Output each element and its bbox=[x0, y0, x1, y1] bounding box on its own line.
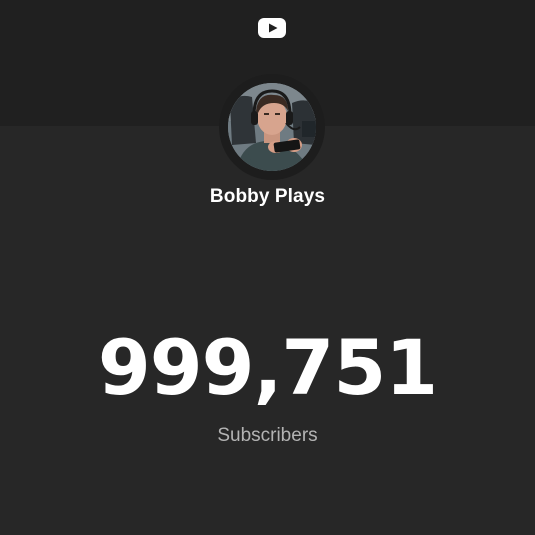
subscriber-label: Subscribers bbox=[217, 425, 318, 446]
avatar-photo bbox=[228, 83, 316, 171]
subscriber-count: 999,751 bbox=[97, 323, 438, 412]
channel-name[interactable]: Bobby Plays bbox=[0, 184, 535, 210]
channel-avatar[interactable] bbox=[228, 83, 316, 171]
subscriber-counter-page: Bobby Plays 999,751 Subscribers bbox=[0, 0, 535, 535]
youtube-play-icon[interactable] bbox=[258, 18, 286, 38]
